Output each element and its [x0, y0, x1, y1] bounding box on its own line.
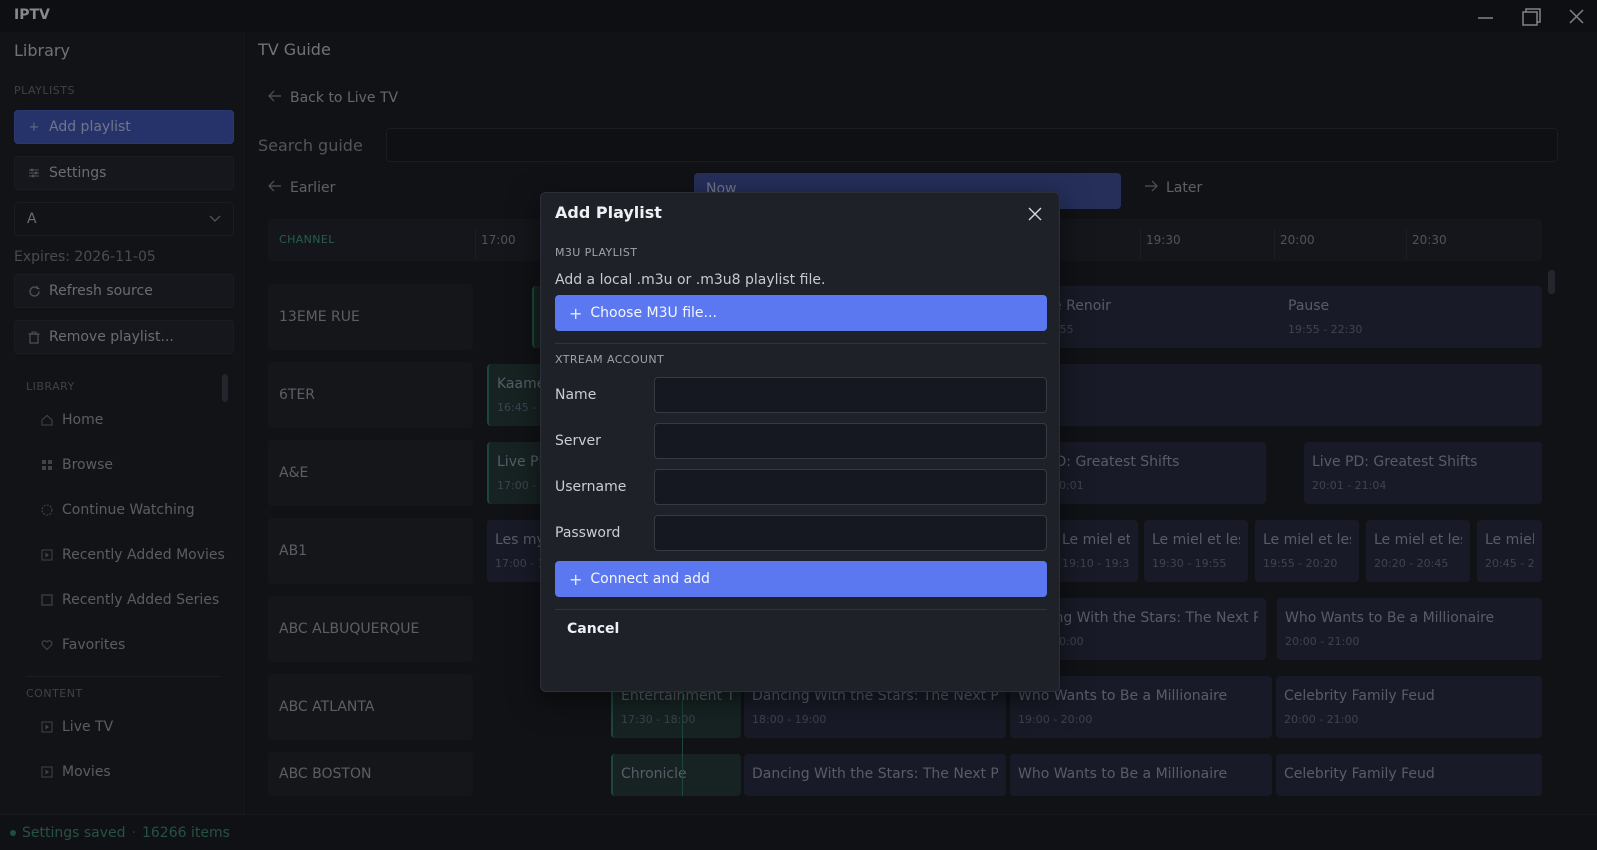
- add-playlist-dialog: Add Playlist M3U PLAYLIST Add a local .m…: [540, 192, 1060, 692]
- username-label: Username: [555, 479, 627, 495]
- server-label: Server: [555, 433, 601, 449]
- choose-m3u-file-button[interactable]: + Choose M3U file...: [555, 295, 1047, 331]
- name-input[interactable]: [654, 377, 1047, 413]
- username-input[interactable]: [654, 469, 1047, 505]
- server-input[interactable]: [654, 423, 1047, 459]
- password-input[interactable]: [654, 515, 1047, 551]
- cancel-button[interactable]: Cancel: [567, 621, 619, 637]
- connect-and-add-label: Connect and add: [590, 571, 710, 587]
- connect-and-add-button[interactable]: + Connect and add: [555, 561, 1047, 597]
- dialog-title: Add Playlist: [555, 203, 662, 222]
- m3u-description: Add a local .m3u or .m3u8 playlist file.: [555, 272, 826, 288]
- choose-m3u-label: Choose M3U file...: [590, 305, 717, 321]
- plus-icon: +: [569, 569, 583, 589]
- xtream-section-label: XTREAM ACCOUNT: [555, 353, 665, 366]
- dialog-divider: [555, 343, 1047, 344]
- close-icon: [1028, 207, 1042, 221]
- name-label: Name: [555, 387, 597, 403]
- dialog-divider: [555, 609, 1047, 610]
- close-dialog-button[interactable]: [1022, 201, 1048, 227]
- password-label: Password: [555, 525, 621, 541]
- plus-icon: +: [569, 303, 583, 323]
- m3u-section-label: M3U PLAYLIST: [555, 246, 638, 259]
